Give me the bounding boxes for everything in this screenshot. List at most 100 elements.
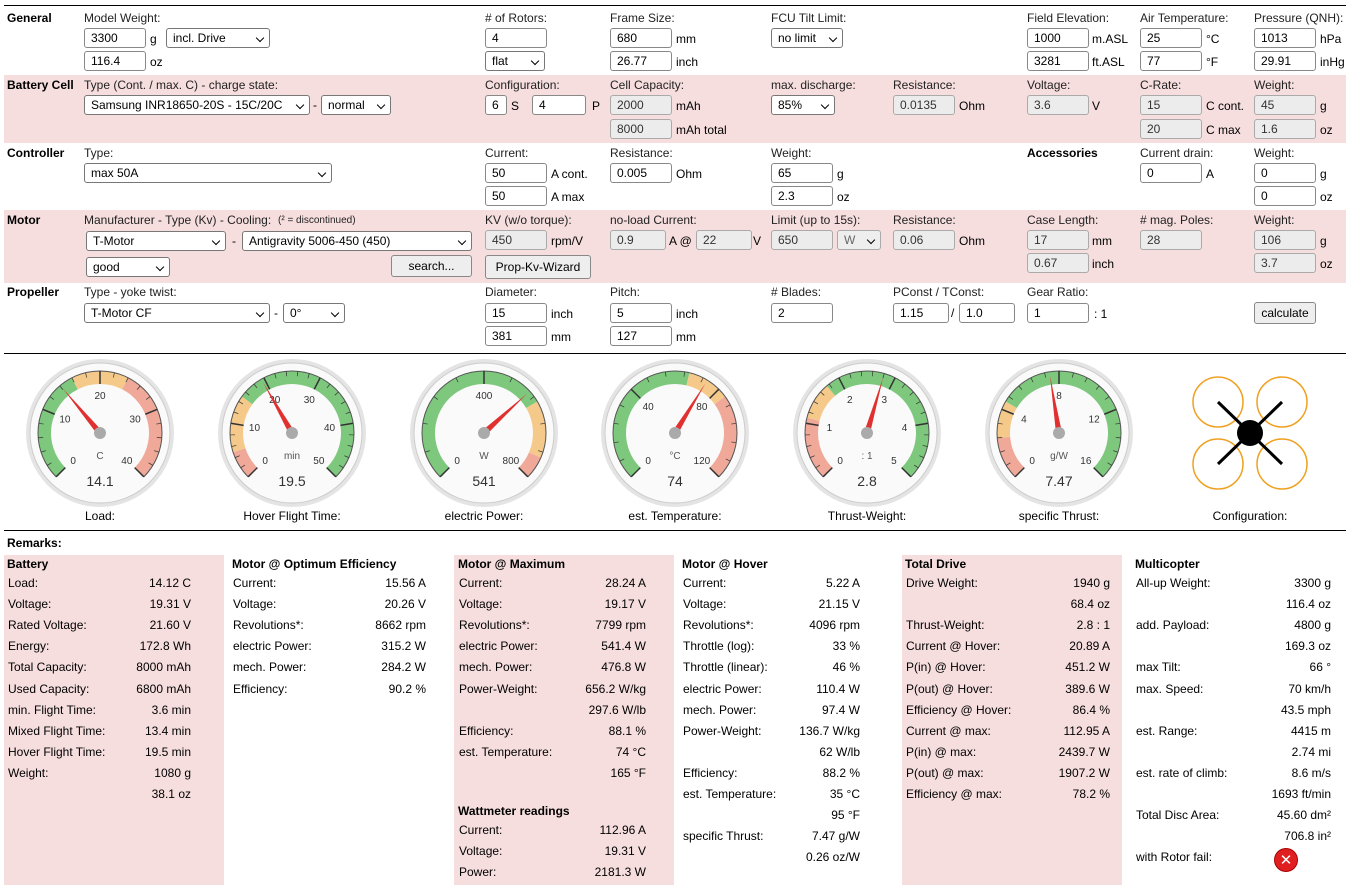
acc-weight-oz[interactable]: 0: [1254, 186, 1316, 206]
cooling-select[interactable]: good: [86, 257, 170, 277]
limit-label: Limit (up to 15s):: [771, 213, 861, 227]
charge-state-select[interactable]: normal: [321, 95, 391, 115]
rotor-layout-select[interactable]: flat: [485, 51, 545, 71]
configuration-label: Configuration:: [1212, 509, 1288, 523]
limit-unit-select[interactable]: W: [837, 230, 881, 250]
air-temp-c-input[interactable]: 25: [1140, 28, 1202, 48]
gauge-tick-label: 8: [1056, 391, 1062, 402]
controller-weight-oz[interactable]: 2.3: [771, 186, 833, 206]
twist-select[interactable]: 0°: [283, 303, 345, 323]
pitch-mm-input[interactable]: 127: [610, 326, 672, 346]
controller-cur-max[interactable]: 50: [485, 186, 547, 206]
acc-weight-g-unit: g: [1320, 167, 1327, 181]
noload-current-input[interactable]: 0.9: [610, 230, 666, 250]
gauge-label: electric Power:: [444, 509, 524, 523]
acc-weight-g[interactable]: 0: [1254, 163, 1316, 183]
search-button[interactable]: search...: [391, 255, 472, 277]
crate-max-input[interactable]: 20: [1140, 119, 1202, 139]
fcu-select[interactable]: no limit: [771, 28, 843, 48]
crate-cont-unit: C cont.: [1206, 99, 1245, 113]
remarks-value: 5.22 A: [825, 576, 860, 590]
motor-weight-oz[interactable]: 3.7: [1254, 253, 1316, 273]
frame-mm-input[interactable]: 680: [610, 28, 672, 48]
pitch-inch-input[interactable]: 5: [610, 303, 672, 323]
motor-manufacturer-select[interactable]: T-Motor: [86, 231, 226, 251]
gauge-tick-label: 1: [827, 423, 833, 434]
battery-type-select[interactable]: Samsung INR18650-20S - 15C/20C: [84, 95, 310, 115]
pconst-input[interactable]: 1.15: [893, 303, 949, 323]
remarks-value: 6800 mAh: [136, 681, 191, 696]
prop-type-select[interactable]: T-Motor CF: [84, 303, 270, 323]
crate-cont-input[interactable]: 15: [1140, 95, 1202, 115]
elevation-m-unit: m.ASL: [1092, 32, 1129, 46]
elevation-ft-input[interactable]: 3281: [1027, 51, 1089, 71]
gauge-hub: [478, 427, 490, 439]
drive-select[interactable]: incl. Drive: [166, 28, 270, 48]
remarks-value: 28.24 A: [605, 576, 646, 590]
pressure-inhg-input[interactable]: 29.91: [1254, 51, 1316, 71]
controller-type-select[interactable]: max 50A: [84, 163, 332, 183]
air-temp-f-input[interactable]: 77: [1140, 51, 1202, 71]
capacity-input[interactable]: 2000: [610, 95, 672, 115]
remarks-value: 7799 rpm: [595, 618, 646, 633]
remarks-block-title: Motor @ Hover: [682, 557, 768, 571]
controller-weight-g[interactable]: 65: [771, 163, 833, 183]
rotors-input[interactable]: 4: [485, 28, 547, 48]
remarks-block-title: Motor @ Maximum: [458, 557, 566, 571]
remarks-value: 8000 mAh: [136, 660, 191, 675]
frame-mm-unit: mm: [676, 32, 696, 46]
limit-input[interactable]: 650: [771, 230, 833, 250]
model-weight-oz-input[interactable]: 116.4: [84, 51, 146, 71]
remarks-value: 62 W/lb: [819, 744, 860, 759]
kv-input[interactable]: 450: [485, 230, 547, 250]
blades-input[interactable]: 2: [771, 303, 833, 323]
hover-remarks: Motor @ Hover Current: 5.22 A Voltage: 21.15…: [678, 555, 898, 875]
remarks-value: 45.60 dm²: [1276, 808, 1331, 823]
gauge-3: 0 40 80 120 °C 74: [601, 359, 749, 507]
remarks-value: 68.4 oz: [1070, 597, 1110, 612]
motor-res-input[interactable]: 0.06: [893, 230, 955, 250]
noload-voltage-input[interactable]: 22: [696, 230, 752, 250]
drain-input[interactable]: 0: [1140, 163, 1202, 183]
case-mm-input[interactable]: 17: [1027, 230, 1089, 250]
remarks-value: 7.47 g/W: [811, 829, 860, 844]
motor-weight-g[interactable]: 106: [1254, 230, 1316, 250]
voltage-input[interactable]: 3.6: [1027, 95, 1089, 115]
gauge-value: 541: [472, 473, 496, 489]
remarks-divider: [4, 530, 1346, 531]
tconst-input[interactable]: 1.0: [959, 303, 1015, 323]
gauge-2: 0 400 800 W 541: [410, 359, 558, 507]
cells-s-input[interactable]: 6: [485, 95, 507, 115]
diameter-inch-input[interactable]: 15: [485, 303, 547, 323]
calculate-button[interactable]: calculate: [1254, 302, 1316, 324]
remarks-value: 172.8 Wh: [139, 639, 191, 654]
motor-type-label: Manufacturer - Type (Kv) - Cooling:: [84, 213, 272, 227]
frame-inch-input[interactable]: 26.77: [610, 51, 672, 71]
remarks-value: 74 °C: [615, 744, 646, 759]
battery-resistance-input[interactable]: 0.0135: [893, 95, 955, 115]
gauge-tick-label: 30: [130, 414, 142, 425]
remarks-value: 88.2 %: [822, 765, 860, 780]
gauge-5: 0 4 8 12 16 g/W 7.47: [985, 359, 1133, 507]
gear-input[interactable]: 1: [1027, 303, 1089, 323]
pressure-hpa-input[interactable]: 1013: [1254, 28, 1316, 48]
model-weight-input[interactable]: 3300: [84, 28, 146, 48]
total-drive-remarks: Total Drive Drive Weight: 1940 g 68.4 oz Thr…: [902, 555, 1122, 885]
gauge-0: 0 10 20 30 40 C 14.1: [26, 359, 174, 507]
discharge-select[interactable]: 85%: [771, 95, 835, 115]
motor-model-select[interactable]: Antigravity 5006-450 (450): [242, 231, 472, 251]
gauge-hub: [861, 427, 873, 439]
controller-res-input[interactable]: 0.005: [610, 163, 672, 183]
remarks-value: 706.8 in²: [1284, 829, 1331, 844]
battery-weight-g[interactable]: 45: [1254, 95, 1316, 115]
poles-input[interactable]: 28: [1140, 230, 1202, 250]
battery-weight-oz[interactable]: 1.6: [1254, 119, 1316, 139]
prop-kv-wizard-button[interactable]: Prop-Kv-Wizard: [485, 255, 591, 279]
gauge-tick-label: 20: [94, 391, 106, 402]
blades-label: # Blades:: [771, 285, 822, 299]
elevation-m-input[interactable]: 1000: [1027, 28, 1089, 48]
controller-cur-cont[interactable]: 50: [485, 163, 547, 183]
case-inch-input[interactable]: 0.67: [1027, 253, 1089, 273]
cells-p-input[interactable]: 4: [532, 95, 586, 115]
diameter-mm-input[interactable]: 381: [485, 326, 547, 346]
